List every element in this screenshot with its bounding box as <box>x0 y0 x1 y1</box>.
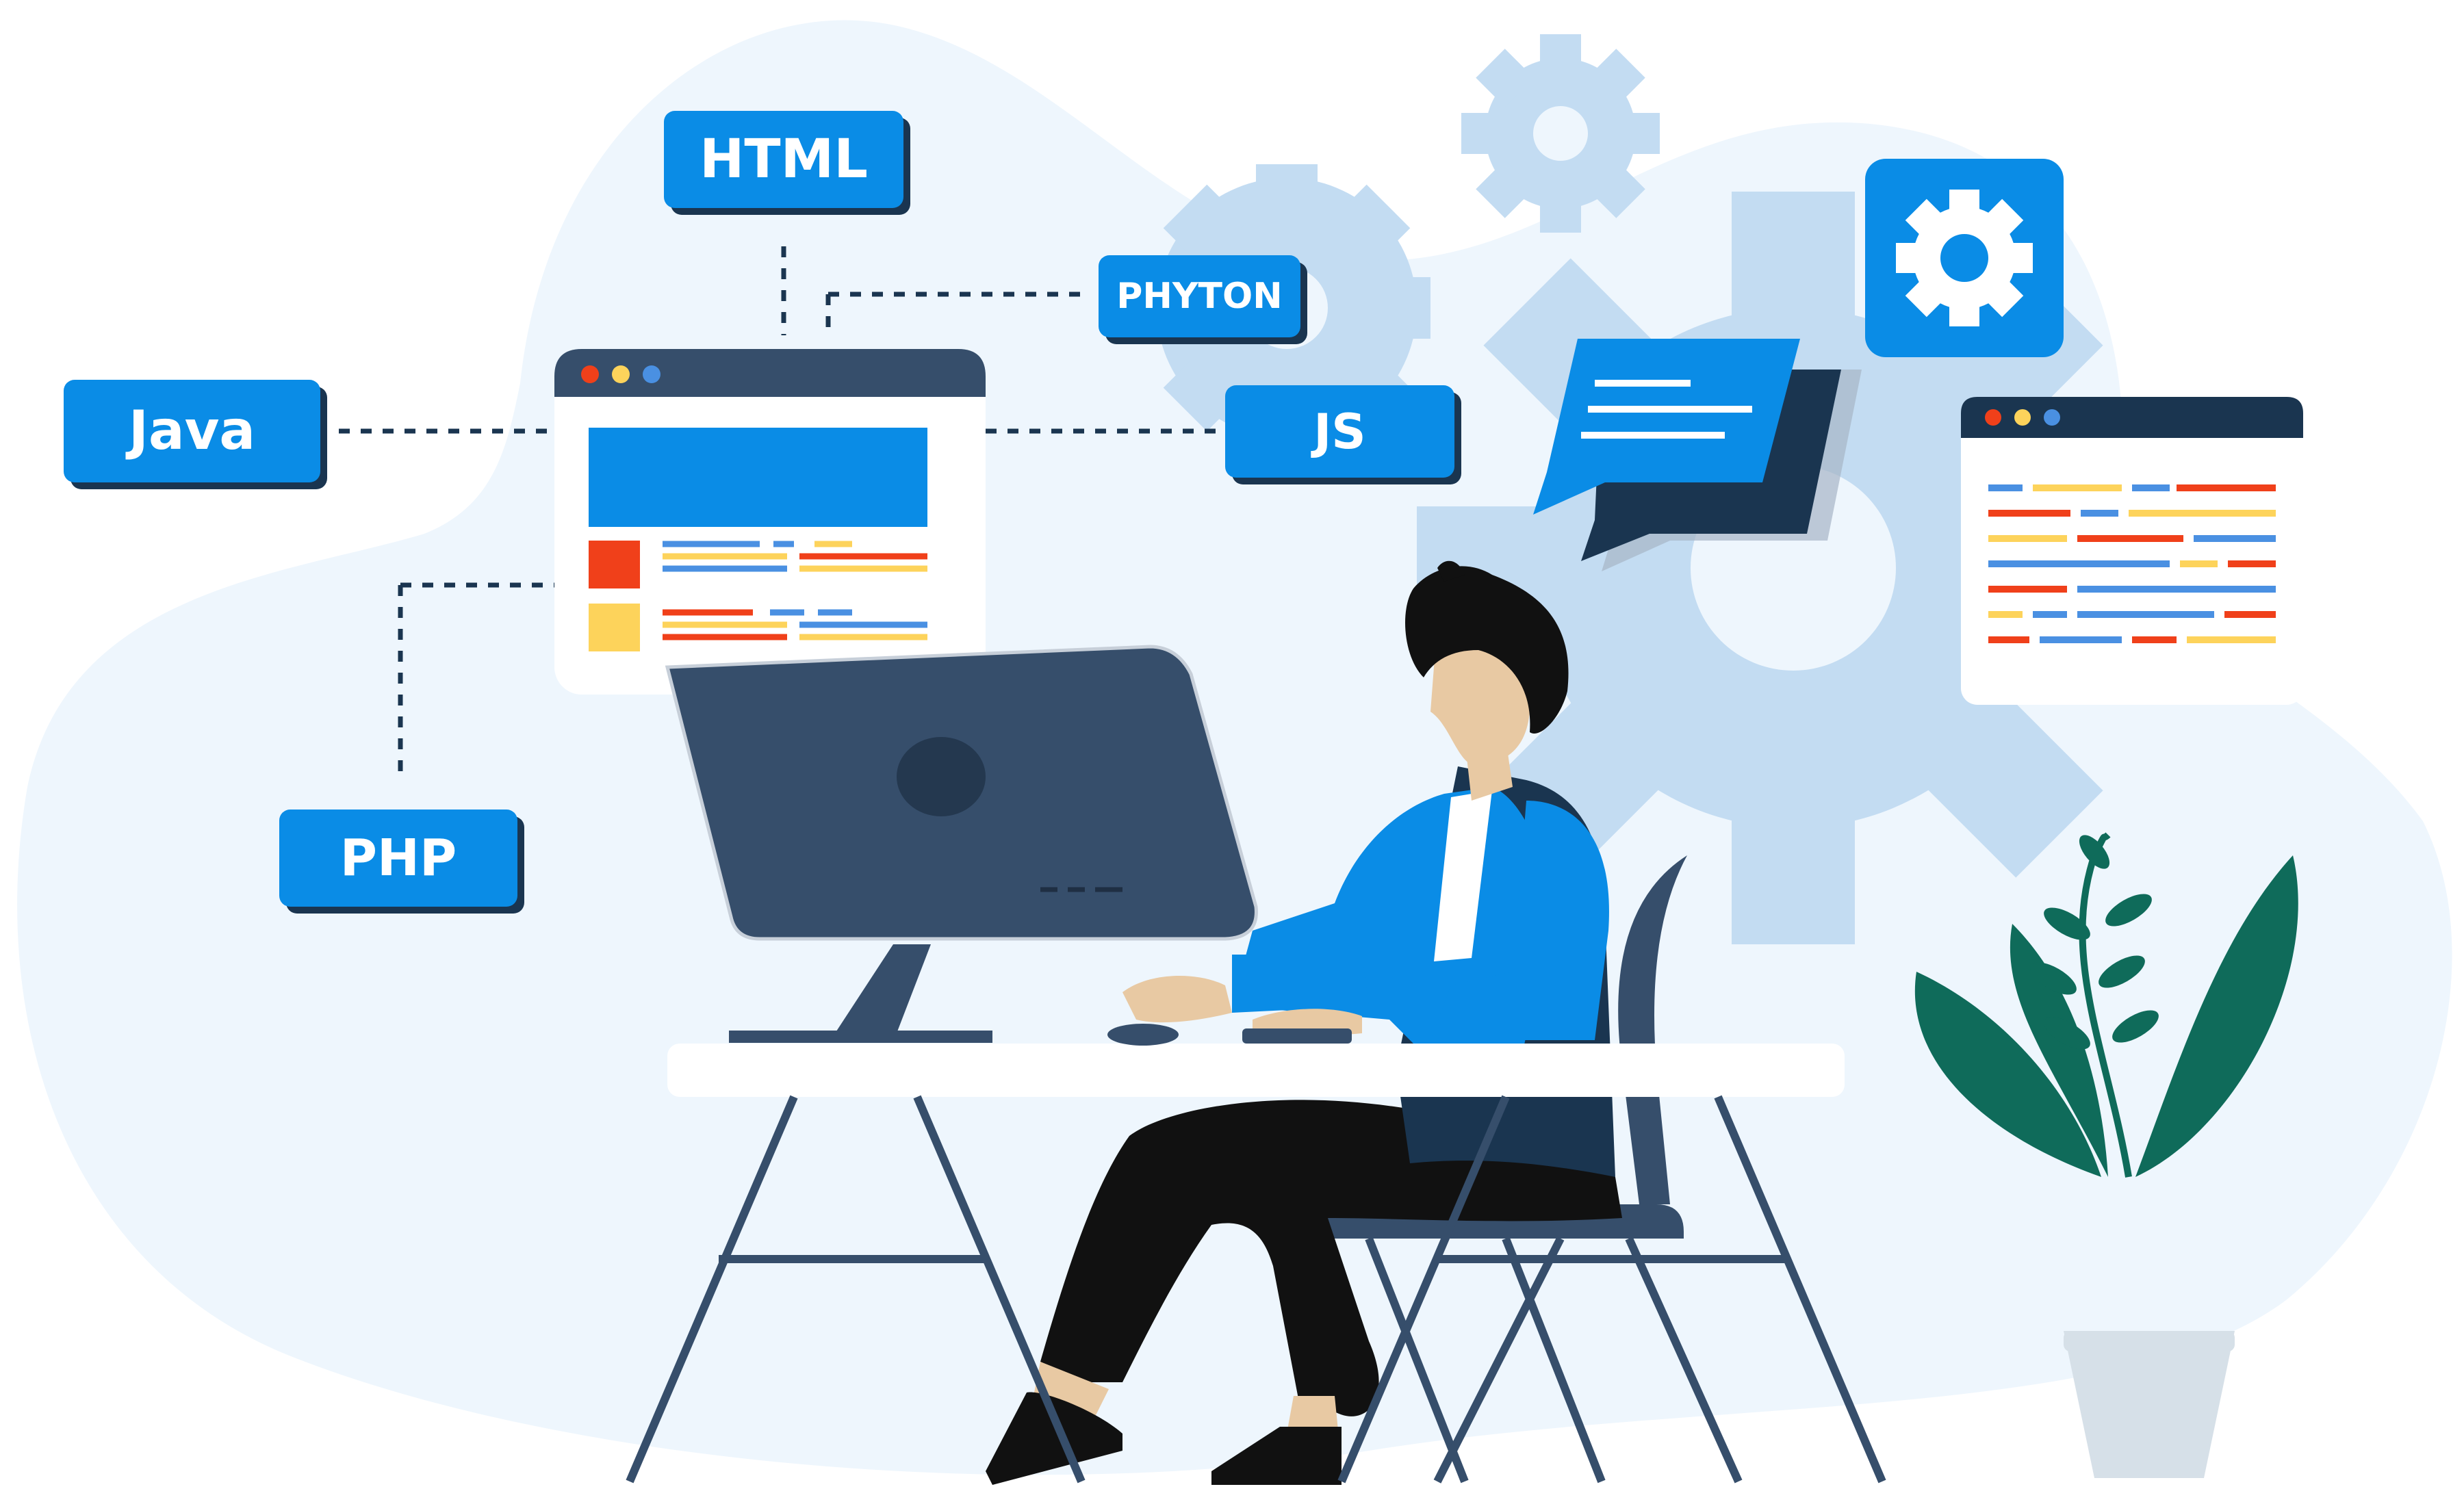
window-dot-blue <box>2044 409 2060 426</box>
tag-php: PHP <box>279 810 517 907</box>
gear-icon <box>1461 34 1660 233</box>
window-dot-yellow <box>612 365 630 383</box>
window-dot-red <box>581 365 599 383</box>
keyboard <box>1242 1028 1352 1044</box>
hero-banner <box>589 428 927 527</box>
thumbnail-yellow <box>589 604 640 651</box>
tag-js: JS <box>1225 385 1454 478</box>
tag-html: HTML <box>664 111 903 208</box>
settings-gear-icon <box>1865 159 2064 357</box>
tag-phyton: PHYTON <box>1099 255 1300 337</box>
mouse <box>1107 1024 1179 1046</box>
thumbnail-red <box>589 541 640 588</box>
code-window <box>1961 397 2303 705</box>
window-dot-red <box>1985 409 2001 426</box>
window-dot-blue <box>643 365 660 383</box>
browser-window <box>554 349 986 695</box>
tag-java: Java <box>64 380 320 482</box>
window-dot-yellow <box>2014 409 2031 426</box>
developer-illustration <box>17 20 2452 1485</box>
